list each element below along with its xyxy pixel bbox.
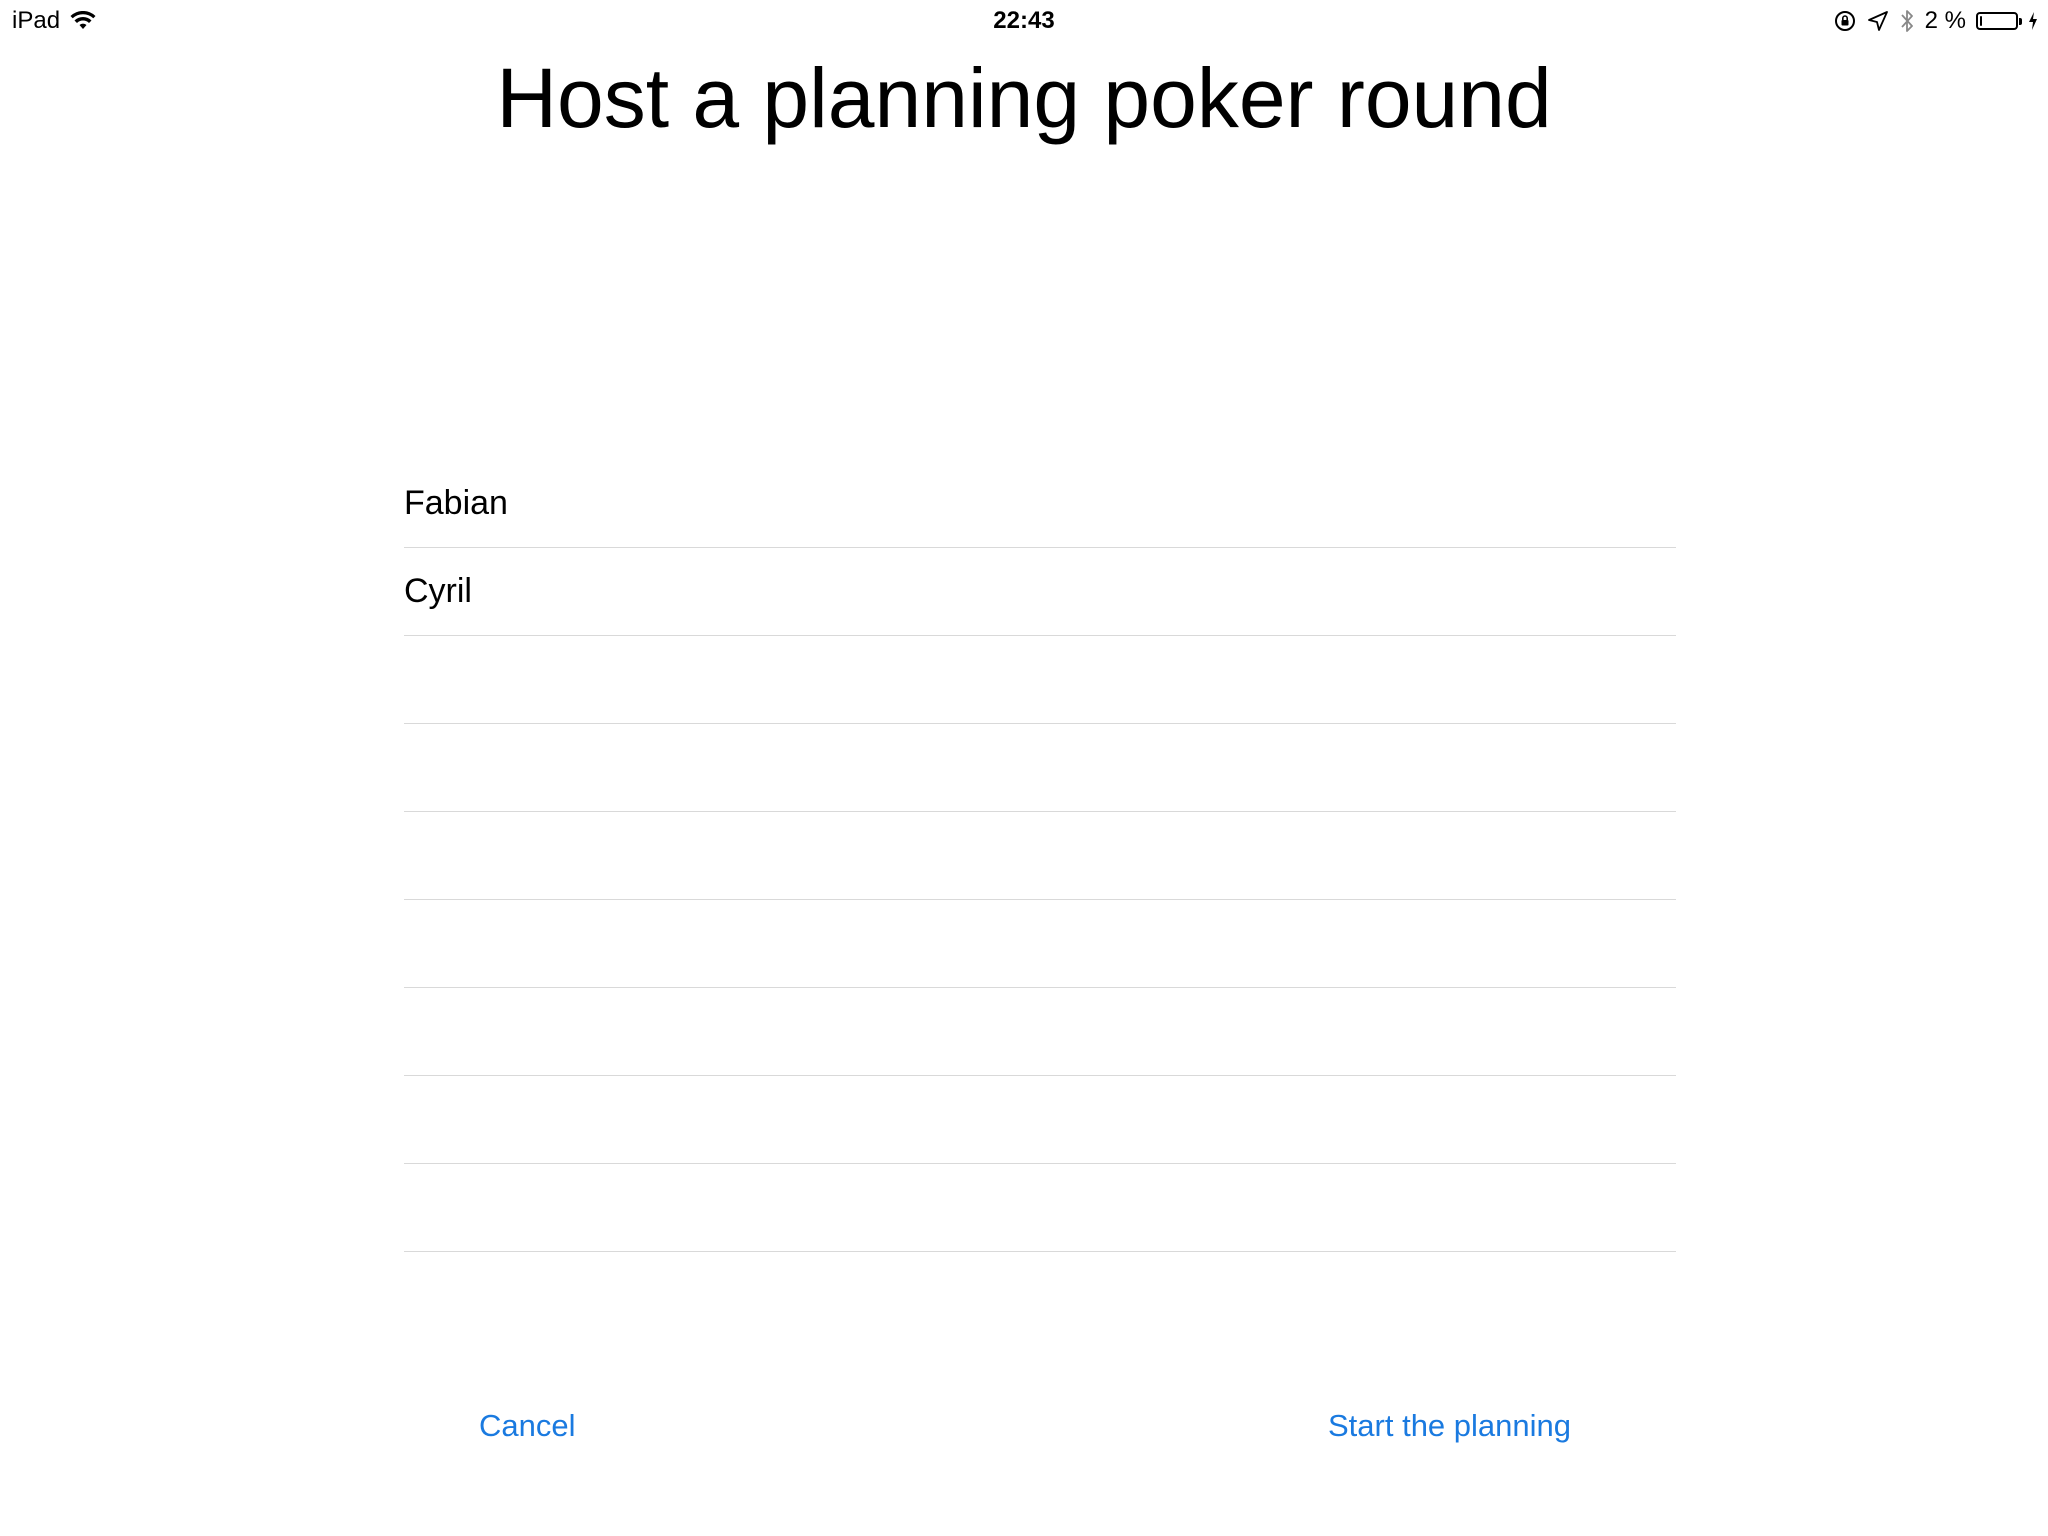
cancel-button[interactable]: Cancel: [479, 1406, 576, 1446]
participant-row[interactable]: [404, 724, 1676, 812]
charging-icon: [2028, 11, 2038, 31]
location-icon: [1867, 10, 1889, 32]
start-planning-button[interactable]: Start the planning: [1328, 1406, 1571, 1446]
battery-fill: [1980, 16, 1982, 26]
battery-icon: [1976, 12, 2022, 30]
participant-row[interactable]: [404, 812, 1676, 900]
battery-cap: [2019, 18, 2022, 25]
participant-row[interactable]: [404, 636, 1676, 724]
participant-row[interactable]: Fabian: [404, 460, 1676, 548]
battery-percent: 2 %: [1924, 7, 1966, 34]
participant-list: Fabian Cyril: [404, 460, 1676, 1252]
participant-row[interactable]: [404, 1076, 1676, 1164]
status-time: 22:43: [993, 7, 1055, 34]
bluetooth-icon: [1899, 8, 1915, 34]
participant-row[interactable]: [404, 988, 1676, 1076]
status-bar-right: 2 %: [1833, 6, 2038, 36]
rotation-lock-icon: [1833, 9, 1857, 33]
participant-row[interactable]: [404, 1164, 1676, 1252]
participant-row[interactable]: Cyril: [404, 548, 1676, 636]
status-bar: iPad 22:43 2 %: [0, 0, 2048, 40]
participant-name: Fabian: [404, 484, 508, 522]
page-title: Host a planning poker round: [496, 51, 1552, 145]
participant-row[interactable]: [404, 900, 1676, 988]
host-planning-screen: iPad 22:43 2 % Host a planning poker rou…: [0, 0, 2048, 1536]
participant-name: Cyril: [404, 572, 472, 610]
